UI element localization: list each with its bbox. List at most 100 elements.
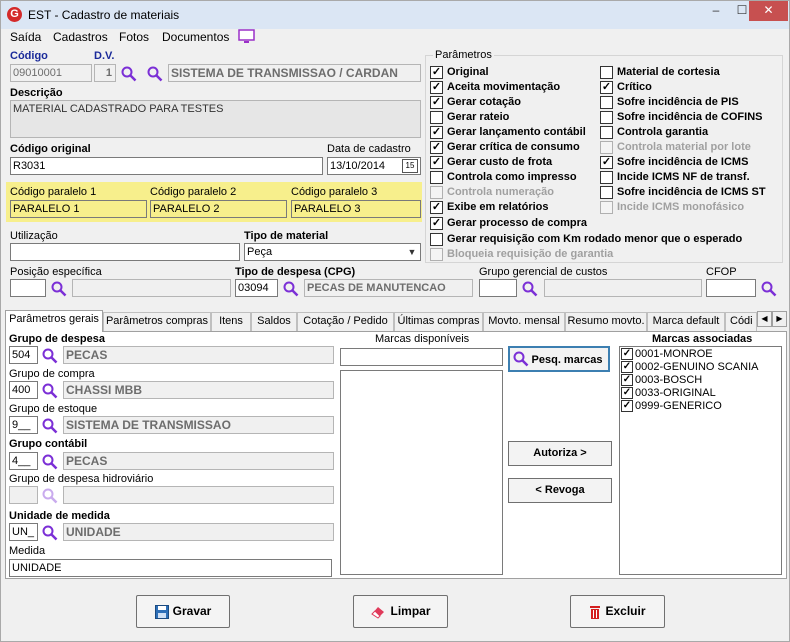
marca-item[interactable]: ✓ 0003-BOSCH	[620, 374, 781, 387]
close-button[interactable]: ✕	[749, 1, 788, 21]
revoga-button[interactable]: < Revoga	[508, 478, 612, 503]
pesq-marcas-button[interactable]: Pesq. marcas	[508, 346, 610, 372]
grupo-contabil-code-field[interactable]: 4__	[9, 452, 38, 470]
parametro-checkbox[interactable]: ✓ Gerar processo de compra	[430, 217, 587, 232]
menu-documentos[interactable]: Documentos	[162, 30, 229, 44]
descricao-field[interactable]: MATERIAL CADASTRADO PARA TESTES	[10, 100, 421, 138]
checkbox[interactable]	[600, 111, 613, 124]
codigo-field[interactable]: 09010001	[10, 64, 92, 82]
checkbox[interactable]: ✓	[430, 156, 443, 169]
calendar-icon[interactable]: 15	[402, 159, 418, 173]
parametro-checkbox[interactable]: Incide ICMS NF de transf.	[600, 171, 750, 186]
parametro-checkbox[interactable]: ✓ Exibe em relatórios	[430, 201, 549, 216]
search-posicao-icon[interactable]	[51, 281, 67, 297]
parametro-checkbox[interactable]: Gerar requisição com Km rodado menor que…	[430, 232, 742, 248]
cfop-field[interactable]	[706, 279, 756, 297]
tab-parametros-compras[interactable]: Parâmetros compras	[103, 312, 211, 331]
parametro-checkbox[interactable]: ✓ Aceita movimentação	[430, 81, 560, 96]
checkbox[interactable]: ✓	[430, 141, 443, 154]
checkbox[interactable]	[600, 126, 613, 139]
search-grupo-gerencial-icon[interactable]	[522, 281, 538, 297]
search-grupo-despesa-icon[interactable]	[42, 348, 58, 364]
tab-itens[interactable]: Itens	[211, 312, 251, 331]
grupo-estoque-code-field[interactable]: 9__	[9, 416, 38, 434]
posicao-code-field[interactable]	[10, 279, 46, 297]
grupo-hidro-code-field[interactable]	[9, 486, 38, 504]
marcas-associadas-list[interactable]: ✓ 0001-MONROE ✓ 0002-GENUINO SCANIA ✓ 0003-…	[619, 346, 782, 575]
monitor-icon[interactable]	[238, 29, 255, 47]
limpar-button[interactable]: Limpar	[353, 595, 448, 628]
parametro-checkbox[interactable]: Sofre incidência de ICMS ST	[600, 186, 766, 201]
gravar-button[interactable]: Gravar	[136, 595, 230, 628]
search-group-icon[interactable]	[147, 66, 163, 82]
checkbox[interactable]: ✓	[621, 387, 633, 399]
parametro-checkbox[interactable]: Controla como impresso	[430, 171, 577, 186]
search-grupo-estoque-icon[interactable]	[42, 418, 58, 434]
search-icon[interactable]	[121, 66, 137, 82]
tab-saldos[interactable]: Saldos	[251, 312, 297, 331]
tab-scroll-left-icon[interactable]: ◀	[757, 311, 772, 327]
parametro-checkbox[interactable]: ✓ Original	[430, 66, 489, 81]
minimize-button[interactable]: –	[703, 1, 729, 21]
marca-item[interactable]: ✓ 0002-GENUINO SCANIA	[620, 361, 781, 374]
tab-marca-default[interactable]: Marca default	[647, 312, 725, 331]
excluir-button[interactable]: Excluir	[570, 595, 665, 628]
grupo-gerencial-code-field[interactable]	[479, 279, 517, 297]
checkbox[interactable]: ✓	[430, 126, 443, 139]
search-unidade-icon[interactable]	[42, 525, 58, 541]
checkbox[interactable]: ✓	[430, 201, 443, 214]
checkbox[interactable]: ✓	[430, 66, 443, 79]
search-tipo-despesa-icon[interactable]	[283, 281, 299, 297]
checkbox[interactable]: ✓	[430, 96, 443, 109]
grupo-compra-code-field[interactable]: 400	[9, 381, 38, 399]
parametro-checkbox[interactable]: Sofre incidência de COFINS	[600, 111, 762, 126]
parametro-checkbox[interactable]: ✓ Gerar lançamento contábil	[430, 126, 586, 141]
checkbox[interactable]: ✓	[430, 217, 443, 230]
menu-saida[interactable]: Saída	[10, 30, 41, 44]
checkbox[interactable]	[430, 232, 443, 246]
menu-cadastros[interactable]: Cadastros	[53, 30, 108, 44]
checkbox[interactable]	[430, 171, 443, 184]
parametro-checkbox[interactable]: ✓ Gerar crítica de consumo	[430, 141, 580, 156]
parametro-checkbox[interactable]: ✓ Gerar cotação	[430, 96, 521, 111]
search-grupo-compra-icon[interactable]	[42, 383, 58, 399]
checkbox[interactable]: ✓	[600, 156, 613, 169]
checkbox[interactable]	[430, 111, 443, 124]
parametro-checkbox[interactable]: ✓ Crítico	[600, 81, 652, 96]
marca-item[interactable]: ✓ 0001-MONROE	[620, 348, 781, 361]
checkbox[interactable]: ✓	[430, 81, 443, 94]
chevron-down-icon[interactable]: ▼	[405, 245, 419, 259]
checkbox[interactable]: ✓	[621, 400, 633, 412]
autoriza-button[interactable]: Autoriza >	[508, 441, 612, 466]
checkbox[interactable]: ✓	[621, 348, 633, 360]
tab-ultimas-compras[interactable]: Últimas compras	[394, 312, 483, 331]
tab-movto-mensal[interactable]: Movto. mensal	[483, 312, 565, 331]
parametro-checkbox[interactable]: Sofre incidência de PIS	[600, 96, 739, 111]
parametro-checkbox[interactable]: Material de cortesia	[600, 66, 720, 81]
checkbox[interactable]: ✓	[600, 81, 613, 94]
parametro-checkbox[interactable]: ✓ Sofre incidência de ICMS	[600, 156, 748, 171]
tipo-material-select[interactable]: Peça ▼	[244, 243, 421, 261]
tab-cotacao-pedido[interactable]: Cotação / Pedido	[297, 312, 394, 331]
parametro-checkbox[interactable]: Gerar rateio	[430, 111, 509, 126]
tab-codigos[interactable]: Códi	[725, 312, 757, 331]
checkbox[interactable]	[600, 96, 613, 109]
parametro-checkbox[interactable]: Controla garantia	[600, 126, 708, 141]
tab-resumo-movto[interactable]: Resumo movto.	[565, 312, 647, 331]
tab-parametros-gerais[interactable]: Parâmetros gerais	[5, 310, 103, 332]
dv-field[interactable]: 1	[94, 64, 116, 82]
codigo-original-field[interactable]: R3031	[10, 157, 323, 175]
unidade-code-field[interactable]: UN_	[9, 523, 38, 541]
utilizacao-field[interactable]	[10, 243, 240, 261]
checkbox[interactable]: ✓	[621, 374, 633, 386]
grupo-despesa-code-field[interactable]: 504	[9, 346, 38, 364]
marca-item[interactable]: ✓ 0033-ORIGINAL	[620, 387, 781, 400]
paralelo1-field[interactable]: PARALELO 1	[10, 200, 147, 218]
checkbox[interactable]	[600, 66, 613, 79]
paralelo2-field[interactable]: PARALELO 2	[150, 200, 287, 218]
parametro-checkbox[interactable]: ✓ Gerar custo de frota	[430, 156, 552, 171]
marcas-disponiveis-list[interactable]	[340, 370, 503, 575]
menu-fotos[interactable]: Fotos	[119, 30, 149, 44]
search-cfop-icon[interactable]	[761, 281, 777, 297]
marca-item[interactable]: ✓ 0999-GENERICO	[620, 400, 781, 413]
